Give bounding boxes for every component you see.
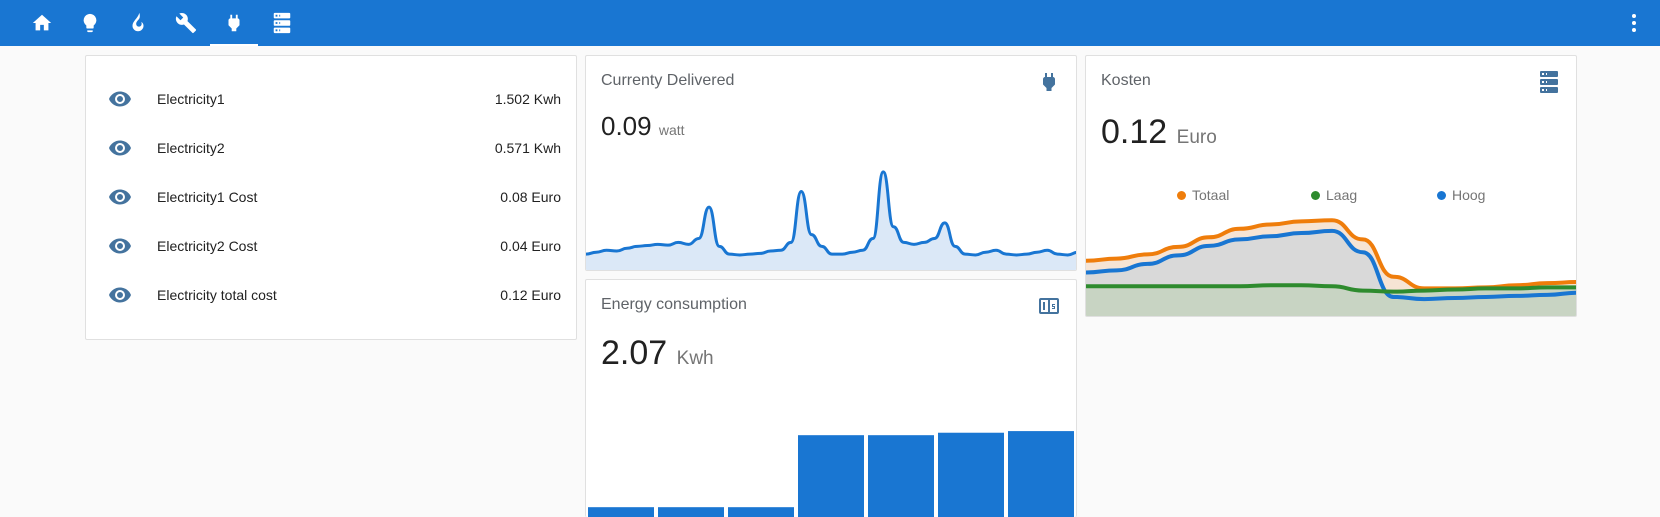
entity-name: Electricity1: [157, 91, 225, 107]
sensor-value: 0.09 watt: [601, 111, 685, 142]
entities-card: Electricity1 1.502 Kwh Electricity2 0.57…: [85, 55, 577, 340]
legend-label: Laag: [1326, 187, 1358, 203]
entity-value: 0.04 Euro: [500, 238, 561, 254]
wrench-icon: [175, 13, 197, 34]
legend-dot: [1437, 190, 1446, 200]
kosten-card[interactable]: Kosten 0.12 Euro Totaal Laag Hoog: [1085, 55, 1577, 317]
consumption-bar: [728, 507, 794, 517]
value-unit: Kwh: [676, 348, 714, 369]
tab-home[interactable]: [18, 0, 66, 46]
card-title: Kosten: [1101, 72, 1151, 89]
entity-value: 0.12 Euro: [500, 287, 561, 303]
value-unit: watt: [658, 122, 685, 138]
consumption-bar: [1008, 431, 1074, 517]
entity-row[interactable]: Electricity2 Cost 0.04 Euro: [86, 226, 576, 266]
entity-value: 0.08 Euro: [500, 189, 561, 205]
consumption-bar: [588, 507, 654, 517]
dots-vertical-icon: [1632, 14, 1636, 32]
top-toolbar: [0, 0, 1660, 46]
overflow-menu-button[interactable]: [1622, 11, 1646, 35]
entity-row[interactable]: Electricity total cost 0.12 Euro: [86, 275, 576, 315]
entity-value: 0.571 Kwh: [494, 140, 561, 156]
entity-value: 1.502 Kwh: [494, 91, 561, 107]
entity-name: Electricity1 Cost: [157, 189, 258, 205]
sensor-value: 2.07 Kwh: [601, 334, 714, 373]
server-icon: [273, 12, 291, 34]
entity-name: Electricity2: [157, 140, 225, 156]
eye-icon: [108, 185, 132, 209]
fire-icon: [132, 12, 144, 32]
value-unit: Euro: [1176, 127, 1217, 148]
home-icon: [32, 14, 52, 31]
eye-icon: [108, 234, 132, 258]
entity-row[interactable]: Electricity2 0.571 Kwh: [86, 128, 576, 168]
consumption-bar: [658, 507, 724, 517]
value-number: 0.12: [1101, 113, 1168, 151]
eye-icon: [108, 87, 132, 111]
power-plug-icon: [1037, 70, 1061, 94]
entity-row[interactable]: Electricity1 Cost 0.08 Euro: [86, 177, 576, 217]
legend-label: Totaal: [1192, 187, 1230, 203]
tab-lights[interactable]: [66, 0, 114, 46]
entity-row[interactable]: Electricity1 1.502 Kwh: [86, 79, 576, 119]
current-delivered-card[interactable]: Currenty Delivered 0.09 watt: [585, 55, 1077, 271]
sensor-value: 0.12 Euro: [1101, 113, 1217, 152]
card-title: Energy consumption: [601, 296, 747, 313]
entity-name: Electricity2 Cost: [157, 238, 258, 254]
legend-item-laag[interactable]: Laag: [1311, 187, 1357, 203]
tab-heating[interactable]: [114, 0, 162, 46]
server-icon: [1537, 70, 1561, 94]
lightbulb-icon: [83, 13, 97, 33]
tab-server[interactable]: [258, 0, 306, 46]
tab-energy[interactable]: [210, 0, 258, 46]
entity-name: Electricity total cost: [157, 287, 277, 303]
eye-icon: [108, 136, 132, 160]
eye-icon: [108, 283, 132, 307]
counter-icon: [1037, 294, 1061, 318]
value-number: 0.09: [601, 111, 652, 141]
history-graph: [586, 170, 1076, 270]
value-number: 2.07: [601, 334, 668, 372]
tab-tools[interactable]: [162, 0, 210, 46]
card-title: Currenty Delivered: [601, 72, 735, 89]
consumption-bar: [938, 432, 1004, 517]
energy-consumption-card[interactable]: Energy consumption 2.07 Kwh: [585, 279, 1077, 517]
consumption-bar: [868, 435, 934, 517]
power-plug-icon: [228, 14, 240, 32]
legend-label: Hoog: [1452, 187, 1486, 203]
legend-dot: [1311, 190, 1320, 200]
legend-item-hoog[interactable]: Hoog: [1437, 187, 1485, 203]
bar-graph: [588, 431, 1074, 517]
kosten-history-graph: [1086, 218, 1576, 316]
consumption-bar: [798, 435, 864, 517]
history-line: [586, 170, 1076, 257]
legend-dot: [1177, 190, 1186, 200]
legend-item-totaal[interactable]: Totaal: [1177, 187, 1229, 203]
